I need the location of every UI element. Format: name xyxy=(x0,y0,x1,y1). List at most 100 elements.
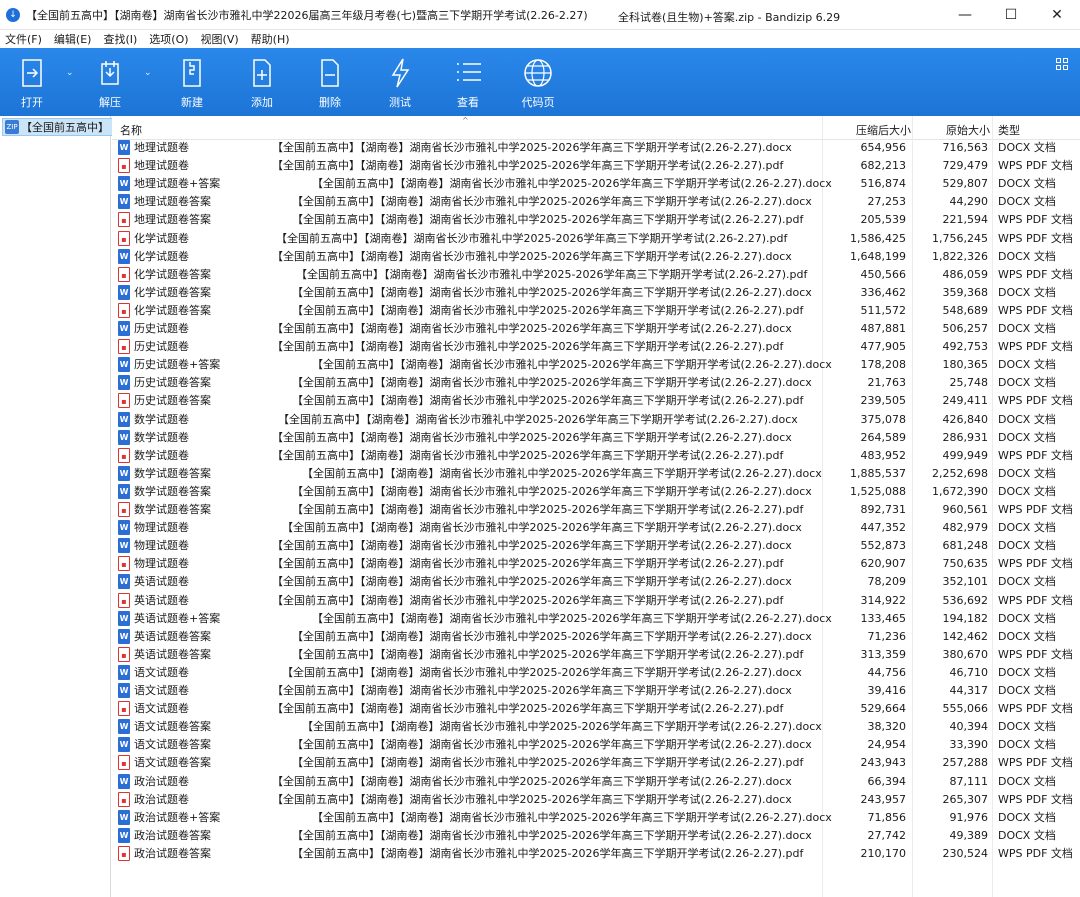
extract-dropdown-caret[interactable]: ⌄ xyxy=(144,68,152,78)
menu-help[interactable]: 帮助(H) xyxy=(251,31,290,47)
table-row[interactable]: W 政治试题卷 【全国前五高中】【湖南卷】湖南省长沙市雅礼中学2025-2026学年… xyxy=(112,773,1080,791)
table-row[interactable]: ▪ 地理试题卷答案 【全国前五高中】【湖南卷】湖南省长沙市雅礼中学2025-2026… xyxy=(112,211,1080,229)
table-row[interactable]: W 数学试题卷 【全国前五高中】【湖南卷】湖南省长沙市雅礼中学2025-2026学年… xyxy=(112,429,1080,447)
maximize-button[interactable]: ☐ xyxy=(988,0,1034,30)
pdf-file-icon: ▪ xyxy=(118,302,130,318)
file-full-name: 【全国前五高中】【湖南卷】湖南省长沙市雅礼中学2025-2026学年高三下学期开… xyxy=(292,828,812,842)
table-row[interactable]: ▪ 历史试题卷答案 【全国前五高中】【湖南卷】湖南省长沙市雅礼中学2025-2026… xyxy=(112,392,1080,410)
table-row[interactable]: W 历史试题卷答案 【全国前五高中】【湖南卷】湖南省长沙市雅礼中学2025-2026… xyxy=(112,374,1080,392)
table-row[interactable]: W 化学试题卷 【全国前五高中】【湖南卷】湖南省长沙市雅礼中学2025-2026学年… xyxy=(112,248,1080,266)
menu-bar: 文件(F) 编辑(E) 查找(I) 选项(O) 视图(V) 帮助(H) xyxy=(0,30,1080,48)
column-header-type[interactable]: 类型 xyxy=(998,122,1020,138)
toolbar: 打开 ⌄ 解压 ⌄ 新建 添加 删除 测试 查看 代码页 xyxy=(0,48,1080,116)
table-row[interactable]: W 物理试题卷 【全国前五高中】【湖南卷】湖南省长沙市雅礼中学2025-2026学年… xyxy=(112,519,1080,537)
file-full-name: 【全国前五高中】【湖南卷】湖南省长沙市雅礼中学2025-2026学年高三下学期开… xyxy=(272,557,784,571)
pdf-file-icon: ▪ xyxy=(118,502,130,517)
file-name: 历史试题卷答案 xyxy=(134,376,211,390)
add-file-button[interactable]: 添加 xyxy=(242,48,282,116)
table-row[interactable]: ▪ 英语试题卷 【全国前五高中】【湖南卷】湖南省长沙市雅礼中学2025-2026学年… xyxy=(112,592,1080,610)
table-row[interactable]: W 历史试题卷 【全国前五高中】【湖南卷】湖南省长沙市雅礼中学2025-2026学年… xyxy=(112,320,1080,338)
menu-view[interactable]: 视图(V) xyxy=(201,31,239,47)
menu-file[interactable]: 文件(F) xyxy=(5,31,42,47)
compressed-size: 44,756 xyxy=(867,665,907,679)
original-size: 555,066 xyxy=(942,702,989,716)
table-row[interactable]: W 语文试题卷答案 【全国前五高中】【湖南卷】湖南省长沙市雅礼中学2025-2026… xyxy=(112,736,1080,754)
view-button[interactable]: 查看 xyxy=(448,48,488,116)
file-full-name: 【全国前五高中】【湖南卷】湖南省长沙市雅礼中学2025-2026学年高三下学期开… xyxy=(272,448,784,462)
file-type: DOCX 文档 xyxy=(998,611,1056,625)
table-row[interactable]: W 政治试题卷答案 【全国前五高中】【湖南卷】湖南省长沙市雅礼中学2025-2026… xyxy=(112,827,1080,845)
codepage-button[interactable]: 代码页 xyxy=(516,48,560,116)
file-full-name: 【全国前五高中】【湖南卷】湖南省长沙市雅礼中学2025-2026学年高三下学期开… xyxy=(272,322,792,335)
table-row[interactable]: ▪ 语文试题卷答案 【全国前五高中】【湖南卷】湖南省长沙市雅礼中学2025-2026… xyxy=(112,754,1080,772)
table-row[interactable]: W 英语试题卷 【全国前五高中】【湖南卷】湖南省长沙市雅礼中学2025-2026学年… xyxy=(112,573,1080,591)
table-row[interactable]: W 语文试题卷 【全国前五高中】【湖南卷】湖南省长沙市雅礼中学2025-2026学年… xyxy=(112,664,1080,682)
table-row[interactable]: ▪ 化学试题卷 【全国前五高中】【湖南卷】湖南省长沙市雅礼中学2025-2026学年… xyxy=(112,230,1080,248)
file-full-name: 【全国前五高中】【湖南卷】湖南省长沙市雅礼中学2025-2026学年高三下学期开… xyxy=(292,846,804,860)
table-row[interactable]: W 物理试题卷 【全国前五高中】【湖南卷】湖南省长沙市雅礼中学2025-2026学年… xyxy=(112,537,1080,555)
compressed-size: 39,416 xyxy=(867,684,907,697)
tree-item-root[interactable]: ZIP 【全国前五高中】 xyxy=(2,118,114,136)
table-row[interactable]: W 英语试题卷+答案 【全国前五高中】【湖南卷】湖南省长沙市雅礼中学2025-202… xyxy=(112,610,1080,628)
compressed-size: 178,208 xyxy=(860,358,907,372)
file-full-name: 【全国前五高中】【湖南卷】湖南省长沙市雅礼中学2025-2026学年高三下学期开… xyxy=(292,303,804,317)
column-header-original[interactable]: 原始大小 xyxy=(946,122,990,138)
table-row[interactable]: W 英语试题卷答案 【全国前五高中】【湖南卷】湖南省长沙市雅礼中学2025-2026… xyxy=(112,628,1080,646)
compressed-size: 27,253 xyxy=(867,195,907,209)
menu-options[interactable]: 选项(O) xyxy=(149,31,188,47)
table-row[interactable]: ▪ 政治试题卷答案 【全国前五高中】【湖南卷】湖南省长沙市雅礼中学2025-2026… xyxy=(112,845,1080,863)
file-name: 语文试题卷 xyxy=(134,684,189,697)
table-row[interactable]: ▪ 语文试题卷 【全国前五高中】【湖南卷】湖南省长沙市雅礼中学2025-2026学年… xyxy=(112,700,1080,718)
table-row[interactable]: ▪ 地理试题卷 【全国前五高中】【湖南卷】湖南省长沙市雅礼中学2025-2026学年… xyxy=(112,157,1080,175)
menu-edit[interactable]: 编辑(E) xyxy=(54,31,92,47)
word-file-icon: W xyxy=(118,194,130,210)
file-type: DOCX 文档 xyxy=(998,629,1056,643)
table-row[interactable]: ▪ 化学试题卷答案 【全国前五高中】【湖南卷】湖南省长沙市雅礼中学2025-2026… xyxy=(112,302,1080,320)
open-dropdown-caret[interactable]: ⌄ xyxy=(66,68,74,78)
layout-grid-icon[interactable] xyxy=(1056,58,1068,70)
table-row[interactable]: W 数学试题卷答案 【全国前五高中】【湖南卷】湖南省长沙市雅礼中学2025-2026… xyxy=(112,483,1080,501)
table-row[interactable]: W 语文试题卷答案 【全国前五高中】【湖南卷】湖南省长沙市雅礼中学2025-2026… xyxy=(112,718,1080,736)
original-size: 536,692 xyxy=(942,593,989,607)
compressed-size: 210,170 xyxy=(860,846,907,860)
menu-find[interactable]: 查找(I) xyxy=(103,31,137,47)
file-name: 数学试题卷答案 xyxy=(134,484,211,498)
file-full-name: 【全国前五高中】【湖南卷】湖南省长沙市雅礼中学2025-2026学年高三下学期开… xyxy=(292,629,812,643)
column-header-name[interactable]: 名称 xyxy=(120,122,142,138)
original-size: 750,635 xyxy=(942,557,989,571)
original-size: 359,368 xyxy=(942,285,989,299)
table-row[interactable]: W 化学试题卷答案 【全国前五高中】【湖南卷】湖南省长沙市雅礼中学2025-2026… xyxy=(112,284,1080,302)
open-button[interactable]: 打开 xyxy=(12,48,52,116)
column-header-compressed[interactable]: 压缩后大小 xyxy=(856,122,911,138)
download-arrow-icon: ↓ xyxy=(6,7,20,22)
file-name: 历史试题卷 xyxy=(134,322,189,335)
compressed-size: 682,213 xyxy=(860,159,907,173)
original-size: 194,182 xyxy=(942,611,989,625)
table-row[interactable]: ▪ 化学试题卷答案 【全国前五高中】【湖南卷】湖南省长沙市雅礼中学2025-2026… xyxy=(112,266,1080,284)
table-row[interactable]: W 语文试题卷 【全国前五高中】【湖南卷】湖南省长沙市雅礼中学2025-2026学年… xyxy=(112,682,1080,700)
delete-file-button[interactable]: 删除 xyxy=(310,48,350,116)
file-type: DOCX 文档 xyxy=(998,177,1056,191)
table-row[interactable]: ▪ 数学试题卷 【全国前五高中】【湖南卷】湖南省长沙市雅礼中学2025-2026学年… xyxy=(112,447,1080,465)
file-name: 政治试题卷答案 xyxy=(134,846,211,860)
table-row[interactable]: W 地理试题卷 【全国前五高中】【湖南卷】湖南省长沙市雅礼中学2025-2026学年… xyxy=(112,139,1080,157)
table-row[interactable]: W 历史试题卷+答案 【全国前五高中】【湖南卷】湖南省长沙市雅礼中学2025-202… xyxy=(112,356,1080,374)
original-size: 548,689 xyxy=(942,303,989,317)
test-button[interactable]: 测试 xyxy=(380,48,420,116)
table-row[interactable]: W 地理试题卷答案 【全国前五高中】【湖南卷】湖南省长沙市雅礼中学2025-2026… xyxy=(112,193,1080,211)
table-row[interactable]: W 数学试题卷答案 【全国前五高中】【湖南卷】湖南省长沙市雅礼中学2025-2026… xyxy=(112,465,1080,483)
new-archive-button[interactable]: 新建 xyxy=(172,48,212,116)
close-button[interactable]: ✕ xyxy=(1034,0,1080,30)
table-row[interactable]: ▪ 物理试题卷 【全国前五高中】【湖南卷】湖南省长沙市雅礼中学2025-2026学年… xyxy=(112,555,1080,573)
table-row[interactable]: W 地理试题卷+答案 【全国前五高中】【湖南卷】湖南省长沙市雅礼中学2025-202… xyxy=(112,175,1080,193)
extract-button[interactable]: 解压 xyxy=(90,48,130,116)
table-row[interactable]: ▪ 政治试题卷 【全国前五高中】【湖南卷】湖南省长沙市雅礼中学2025-2026学年… xyxy=(112,791,1080,809)
original-size: 1,822,326 xyxy=(932,249,988,263)
table-row[interactable]: W 政治试题卷+答案 【全国前五高中】【湖南卷】湖南省长沙市雅礼中学2025-202… xyxy=(112,809,1080,827)
minimize-button[interactable]: — xyxy=(942,0,988,30)
table-row[interactable]: ▪ 历史试题卷 【全国前五高中】【湖南卷】湖南省长沙市雅礼中学2025-2026学年… xyxy=(112,338,1080,356)
file-type: WPS PDF 文档 xyxy=(998,846,1073,860)
table-row[interactable]: W 数学试题卷 【全国前五高中】【湖南卷】湖南省长沙市雅礼中学2025-2026学年… xyxy=(112,411,1080,429)
table-row[interactable]: ▪ 数学试题卷答案 【全国前五高中】【湖南卷】湖南省长沙市雅礼中学2025-2026… xyxy=(112,501,1080,519)
table-row[interactable]: ▪ 英语试题卷答案 【全国前五高中】【湖南卷】湖南省长沙市雅礼中学2025-2026… xyxy=(112,646,1080,664)
